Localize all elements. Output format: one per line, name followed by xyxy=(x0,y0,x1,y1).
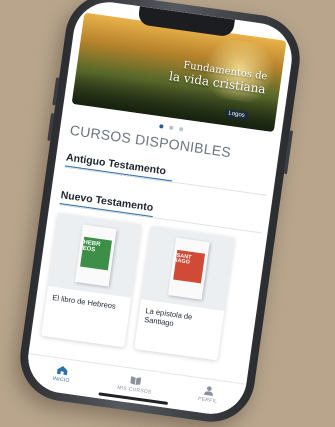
course-card-hebreos[interactable]: HEBR EOS El libro de Hebreos xyxy=(41,212,142,348)
course-title: La epístola de Santiago xyxy=(143,306,193,329)
book-cover-image: SANT IAGO xyxy=(167,237,210,300)
tab-perfil[interactable]: PERFIL xyxy=(178,381,240,407)
book-icon xyxy=(130,376,142,385)
carousel-dot-2[interactable] xyxy=(169,125,174,131)
phone-power-button xyxy=(283,130,294,175)
home-icon xyxy=(56,366,68,376)
course-cover: HEBR EOS xyxy=(48,212,142,298)
book-cover-image: HEBR EOS xyxy=(74,224,117,287)
mockup-stage: Fundamentos de la vida cristiana Logos C… xyxy=(0,0,335,427)
book-cover-title: HEBR EOS xyxy=(82,239,101,254)
carousel-dot-1[interactable] xyxy=(159,124,164,129)
phone-side-button xyxy=(47,112,55,142)
course-card-santiago[interactable]: SANT IAGO La epístola de Santiago xyxy=(134,225,235,361)
carousel-dot-3[interactable] xyxy=(178,126,184,132)
phone-frame: Fundamentos de la vida cristiana Logos C… xyxy=(14,0,306,427)
user-icon xyxy=(203,386,213,396)
featured-banner[interactable]: Fundamentos de la vida cristiana Logos xyxy=(71,12,287,133)
app-screen: Fundamentos de la vida cristiana Logos C… xyxy=(23,0,297,419)
course-title: El libro de Hebreos xyxy=(51,292,117,311)
book-cover-title: SANT IAGO xyxy=(175,252,192,266)
phone-side-button xyxy=(52,77,60,106)
tab-inicio[interactable]: INICIO xyxy=(31,361,93,387)
course-cover: SANT IAGO xyxy=(141,225,235,311)
bottom-tab-bar: INICIO MIS CURSOS PERFIL xyxy=(23,353,247,419)
